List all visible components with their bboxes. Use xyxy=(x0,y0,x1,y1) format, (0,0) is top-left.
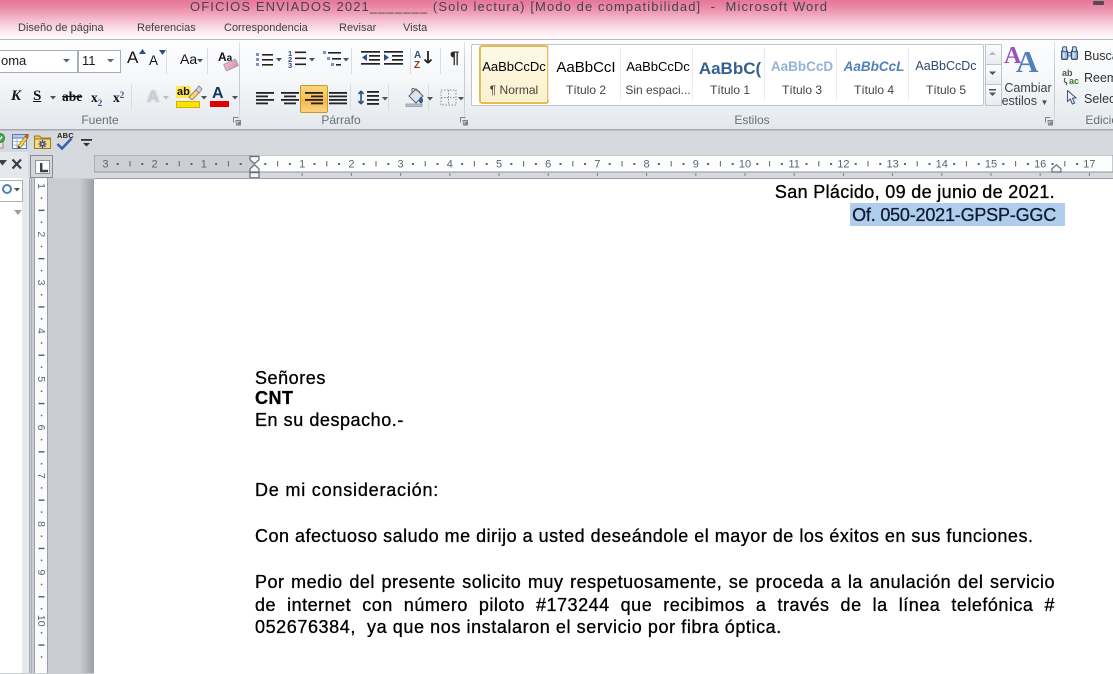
svg-text:13: 13 xyxy=(886,159,898,171)
svg-text:7: 7 xyxy=(35,473,47,479)
svg-text:7: 7 xyxy=(594,159,600,171)
svg-text:15: 15 xyxy=(985,159,997,171)
svg-text:9: 9 xyxy=(35,569,47,575)
svg-text:10: 10 xyxy=(739,159,751,171)
svg-text:4: 4 xyxy=(447,159,453,171)
svg-text:17: 17 xyxy=(1083,159,1095,171)
svg-text:1: 1 xyxy=(35,183,47,189)
svg-text:2: 2 xyxy=(348,159,354,171)
svg-text:2: 2 xyxy=(35,231,47,237)
svg-text:10: 10 xyxy=(35,615,47,627)
svg-text:6: 6 xyxy=(545,159,551,171)
svg-text:2: 2 xyxy=(152,159,158,171)
svg-text:9: 9 xyxy=(693,159,699,171)
svg-text:5: 5 xyxy=(496,159,502,171)
svg-text:3: 3 xyxy=(288,61,292,69)
svg-text:Z: Z xyxy=(414,60,420,69)
svg-text:3: 3 xyxy=(35,280,47,286)
svg-text:ac: ac xyxy=(1069,76,1079,85)
svg-text:12: 12 xyxy=(837,159,849,171)
svg-text:8: 8 xyxy=(644,159,650,171)
svg-text:8: 8 xyxy=(35,521,47,527)
svg-text:14: 14 xyxy=(936,159,948,171)
svg-text:6: 6 xyxy=(35,425,47,431)
svg-text:16: 16 xyxy=(1034,159,1046,171)
svg-text:5: 5 xyxy=(35,376,47,382)
svg-text:3: 3 xyxy=(398,159,404,171)
svg-text:3: 3 xyxy=(102,159,108,171)
svg-text:1: 1 xyxy=(299,159,305,171)
svg-text:11: 11 xyxy=(788,159,799,171)
svg-text:4: 4 xyxy=(35,328,47,334)
svg-text:1: 1 xyxy=(201,159,207,171)
